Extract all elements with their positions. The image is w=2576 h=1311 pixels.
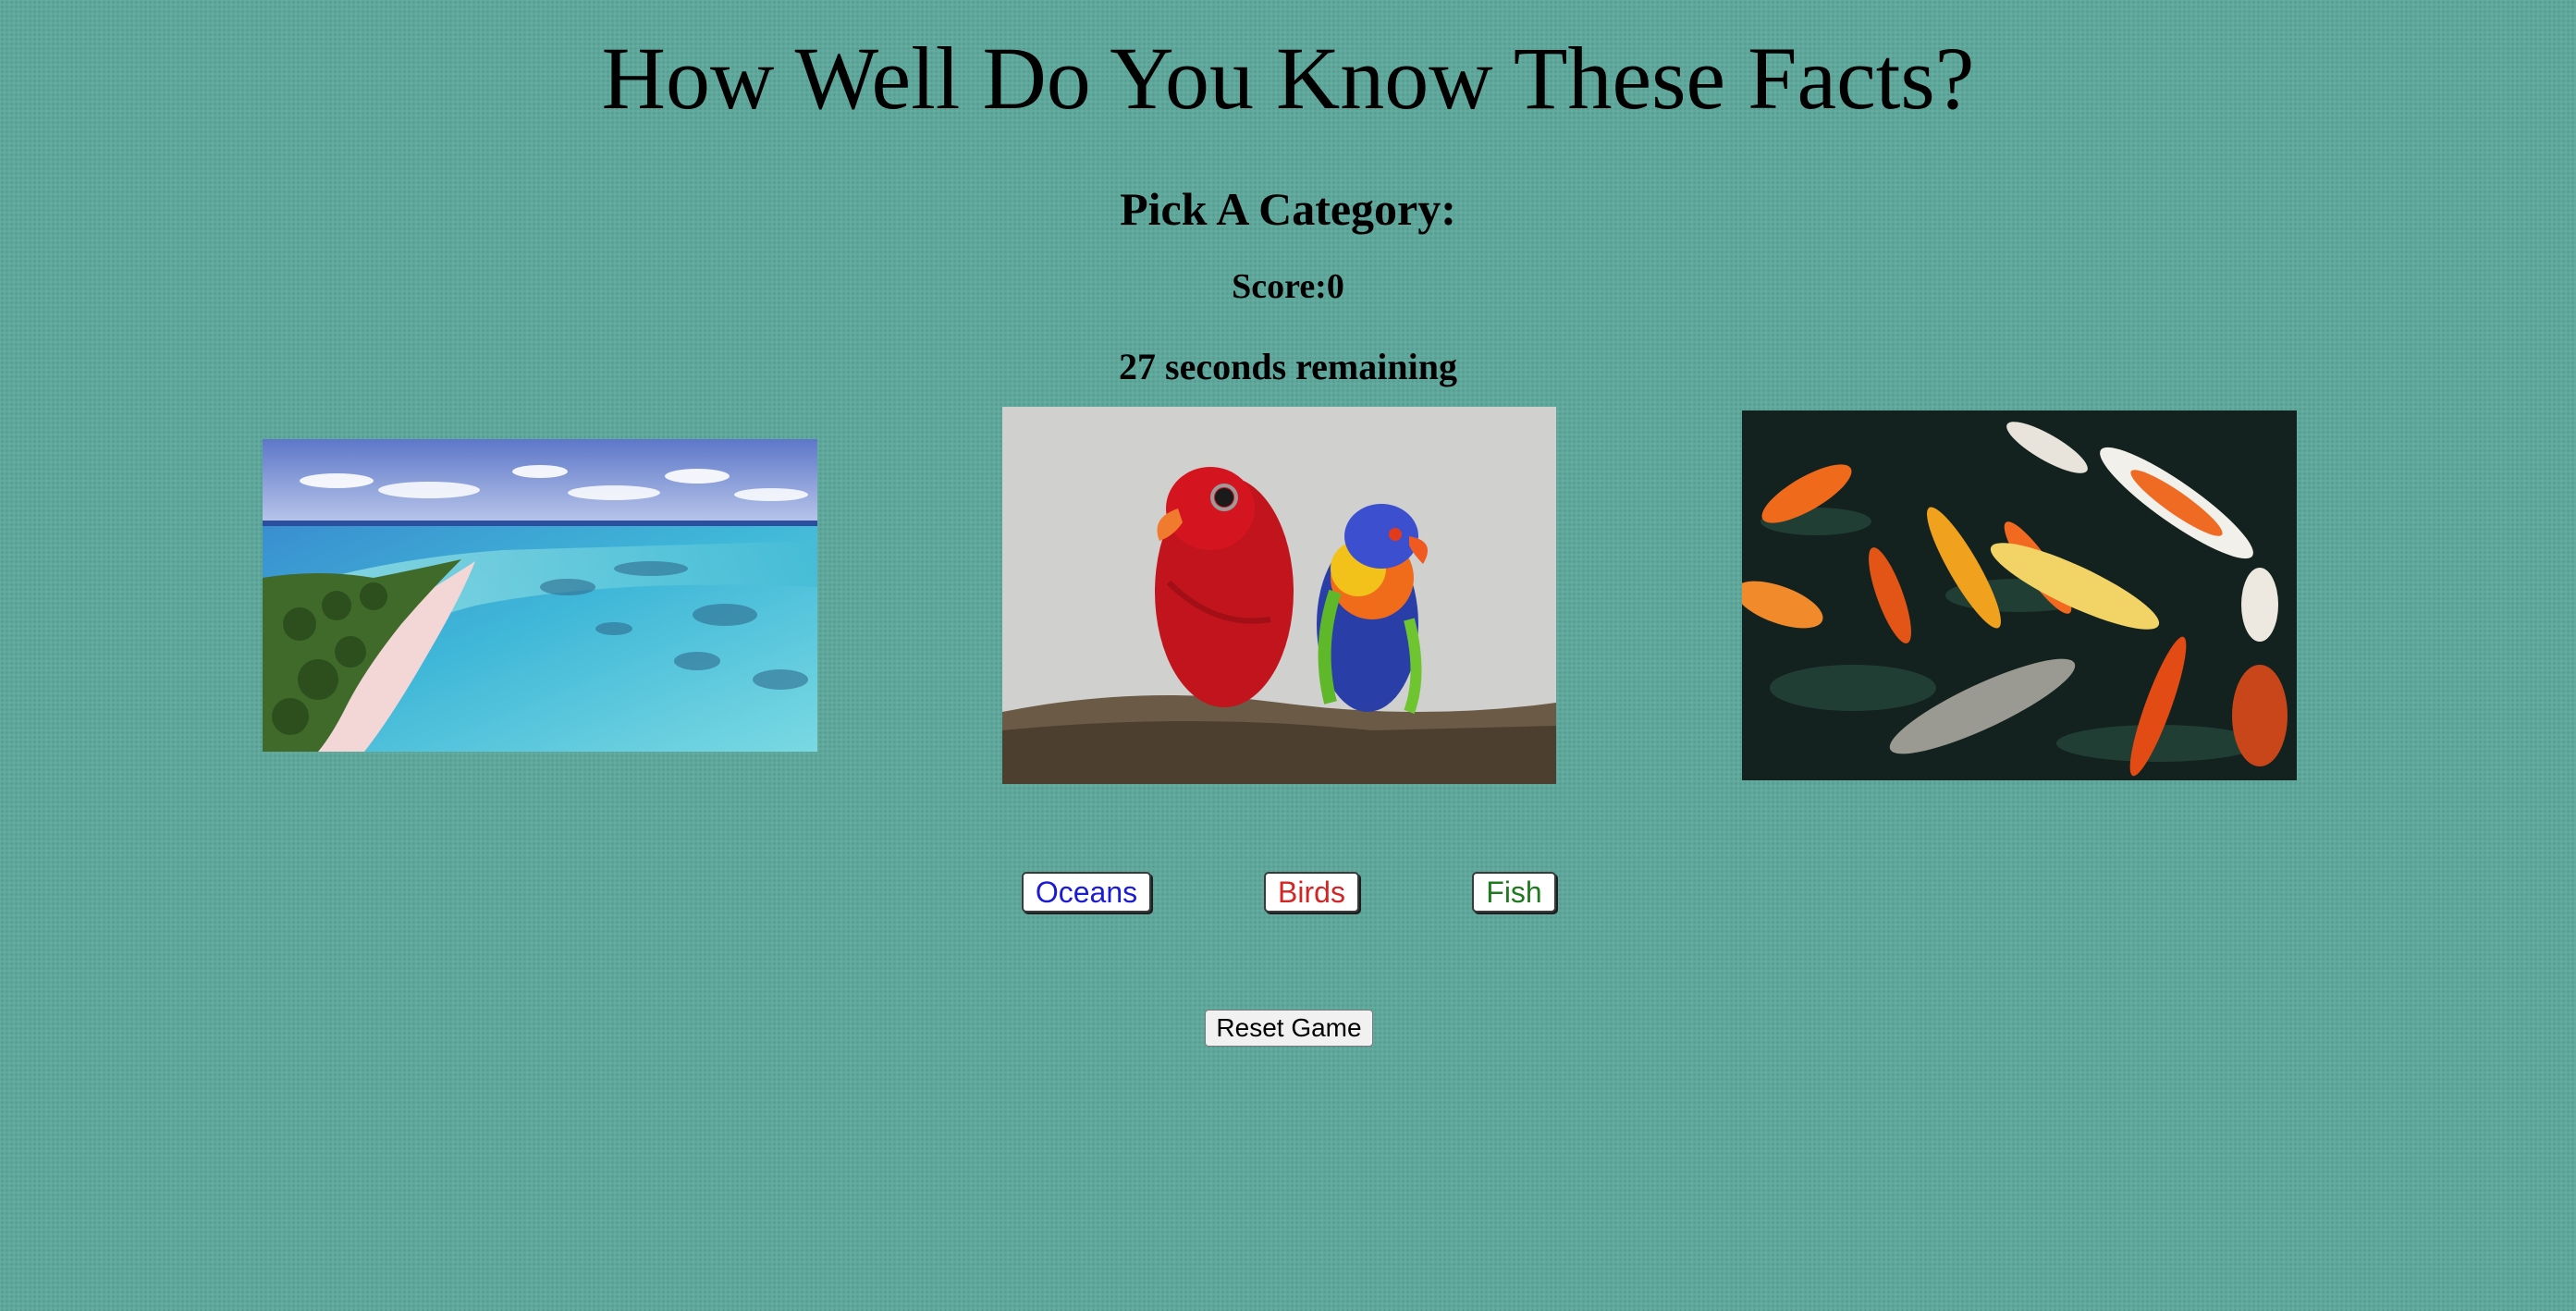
score-display: Score:0 (1232, 267, 1344, 306)
ocean-beach-image (263, 439, 817, 752)
timer-display: 27 seconds remaining (1119, 346, 1457, 387)
koi-fish-image (1742, 410, 2297, 780)
birds-category-button[interactable]: Birds (1264, 872, 1359, 913)
fish-category-button[interactable]: Fish (1472, 872, 1556, 913)
parrots-image (1002, 407, 1556, 784)
page-title: How Well Do You Know These Facts? (601, 29, 1975, 128)
category-prompt: Pick A Category: (1120, 183, 1456, 235)
reset-game-button[interactable]: Reset Game (1205, 1010, 1373, 1047)
oceans-category-button[interactable]: Oceans (1022, 872, 1151, 913)
